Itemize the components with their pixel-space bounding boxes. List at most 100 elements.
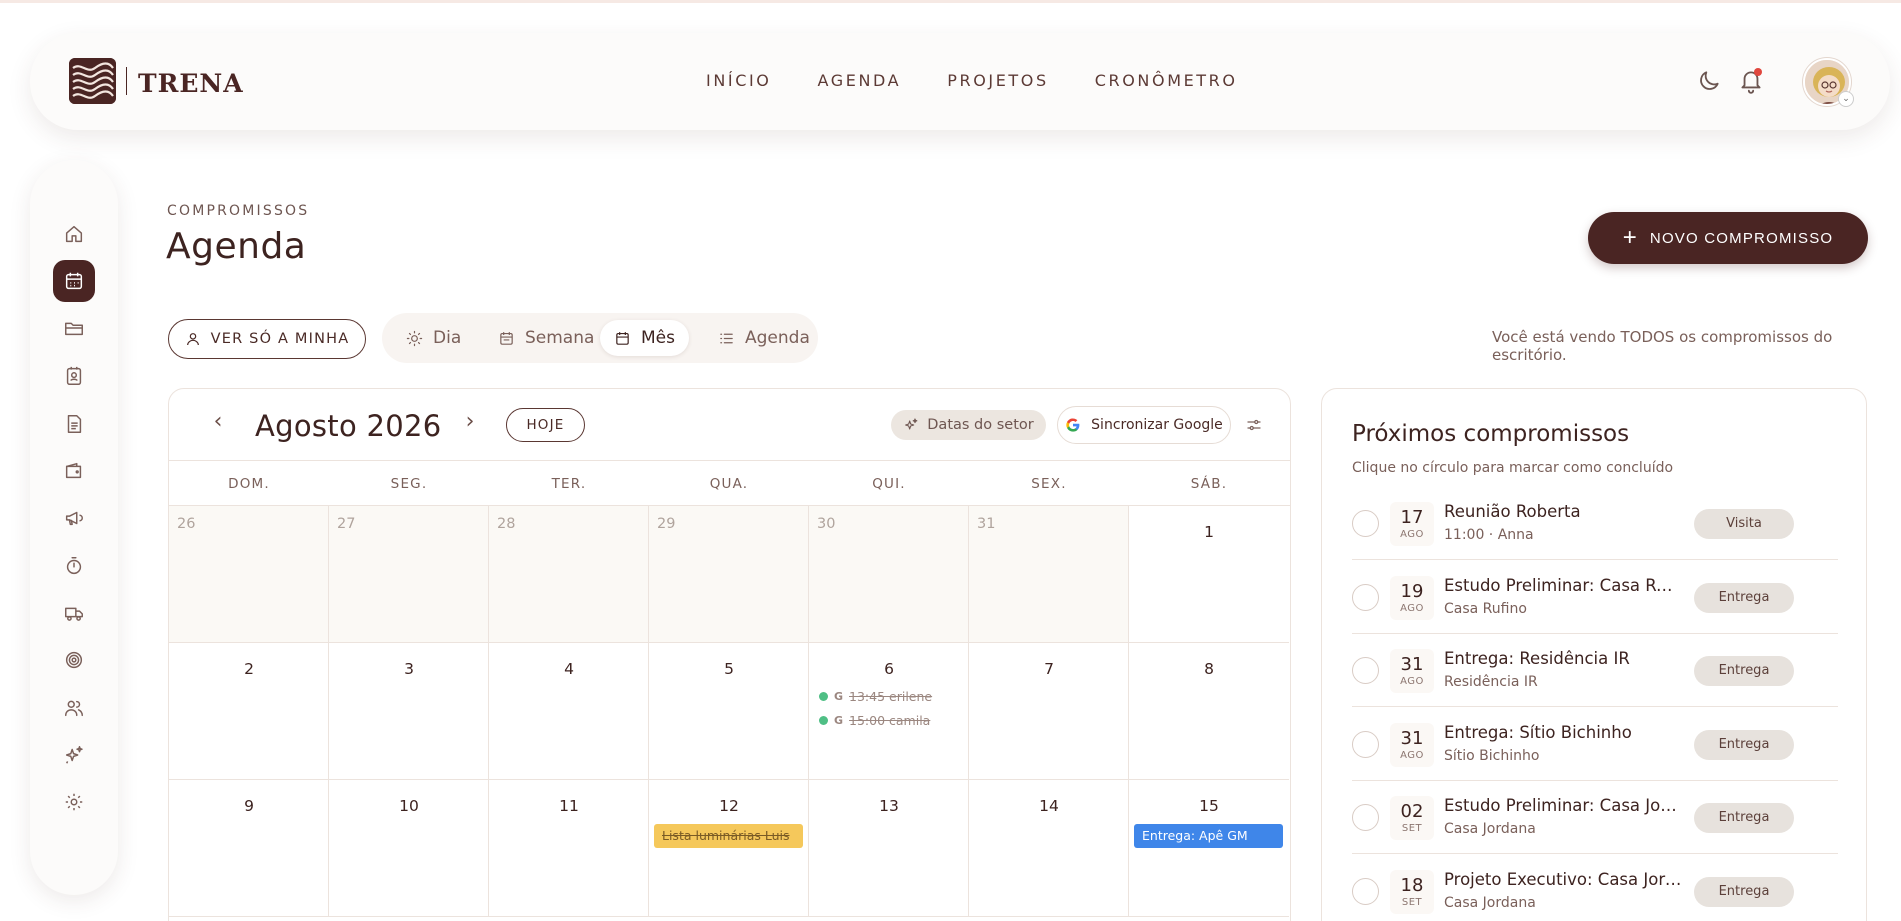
upcoming-item[interactable]: 19 AGO Estudo Preliminar: Casa Rufino Casa … xyxy=(1352,561,1838,634)
weekday-label: TER. xyxy=(551,476,587,492)
brand-logo-icon[interactable] xyxy=(69,58,116,104)
target-icon xyxy=(65,651,83,669)
sidebar-item-goals[interactable] xyxy=(53,639,95,681)
day-cell[interactable]: 6 G 13:45 erilene G 15:00 camila xyxy=(809,643,969,780)
type-badge: Visita xyxy=(1694,509,1794,539)
nav-item-cronometro[interactable]: CRONÔMETRO xyxy=(1095,71,1238,90)
mark-done-circle[interactable] xyxy=(1352,583,1379,611)
appointment-title: Entrega: Residência IR xyxy=(1444,649,1630,668)
day-cell[interactable]: 8 xyxy=(1129,643,1289,780)
sidebar-item-ai[interactable] xyxy=(53,734,95,776)
google-event[interactable]: G 15:00 camila xyxy=(819,711,930,729)
day-cell[interactable]: 14 xyxy=(969,780,1129,917)
sidebar-item-home[interactable] xyxy=(53,213,95,255)
day-cell[interactable]: 3 xyxy=(329,643,489,780)
next-month-chevron-right-icon[interactable]: › xyxy=(458,411,482,435)
date-month: AGO xyxy=(1400,529,1424,540)
weekday-label: SEG. xyxy=(390,476,428,492)
type-badge: Entrega xyxy=(1694,656,1794,686)
sidebar-item-marketing[interactable] xyxy=(53,497,95,539)
sidebar-item-agenda[interactable] xyxy=(53,260,95,302)
brand-name[interactable]: TRENA xyxy=(138,69,244,98)
sidebar-item-delivery[interactable] xyxy=(53,592,95,634)
appointment-title: Entrega: Sítio Bichinho xyxy=(1444,722,1632,742)
appointment-subtitle: Casa Jordana xyxy=(1444,821,1536,837)
day-cell[interactable]: 2 xyxy=(169,643,329,780)
day-cell[interactable]: 26 xyxy=(169,506,329,643)
day-cell[interactable]: 4 xyxy=(489,643,649,780)
weekday-label: SEX. xyxy=(1031,476,1067,492)
google-icon xyxy=(1066,418,1080,432)
sidebar-item-timer[interactable] xyxy=(53,545,95,587)
new-appointment-button[interactable]: + NOVO COMPROMISSO xyxy=(1588,212,1868,264)
day-cell[interactable]: 29 xyxy=(649,506,809,643)
wallet-icon xyxy=(65,462,82,479)
upcoming-subtitle: Clique no círculo para marcar como concl… xyxy=(1352,460,1674,476)
today-button[interactable]: HOJE xyxy=(506,408,585,442)
tab-mes[interactable]: Mês xyxy=(600,320,689,356)
sidebar-item-settings[interactable] xyxy=(53,781,95,823)
event-label: 13:45 erilene xyxy=(849,688,933,704)
show-mine-button[interactable]: VER SÓ A MINHA xyxy=(168,319,366,359)
nav-item-inicio[interactable]: INÍCIO xyxy=(706,71,772,90)
sidebar-item-finance[interactable] xyxy=(53,450,95,492)
event-status-dot xyxy=(819,691,828,701)
calendar-event[interactable]: Entrega: Apê GM xyxy=(1134,824,1283,848)
sidebar-item-documents[interactable] xyxy=(53,403,95,445)
mark-done-circle[interactable] xyxy=(1352,657,1379,684)
month-calendar: ‹ Agosto 2026 › HOJE Datas do setor Sinc… xyxy=(168,388,1291,921)
sidebar-item-projects[interactable] xyxy=(53,307,95,349)
day-number: 3 xyxy=(404,660,414,678)
day-cell[interactable]: 5 xyxy=(649,643,809,780)
sector-dates-button[interactable]: Datas do setor xyxy=(891,410,1046,440)
upcoming-item[interactable]: 31 AGO Entrega: Residência IR Residência IR… xyxy=(1352,634,1838,707)
day-number: 13 xyxy=(879,797,899,815)
nav-item-projetos[interactable]: PROJETOS xyxy=(947,71,1049,90)
appointment-title: Estudo Preliminar: Casa Rufino xyxy=(1444,575,1682,595)
avatar-chevron-down-icon[interactable]: ⌄ xyxy=(1838,91,1854,107)
type-badge: Entrega xyxy=(1694,729,1794,760)
day-cell[interactable]: 13 xyxy=(809,780,969,917)
mark-done-circle[interactable] xyxy=(1352,877,1379,905)
prev-month-chevron-left-icon[interactable]: ‹ xyxy=(206,411,230,435)
mark-done-circle[interactable] xyxy=(1352,510,1379,537)
sector-dates-label: Datas do setor xyxy=(927,417,1034,433)
mark-done-circle[interactable] xyxy=(1352,804,1379,831)
weekday-label: DOM. xyxy=(228,476,270,492)
calendar-month-icon xyxy=(616,331,629,345)
upcoming-item[interactable]: 31 AGO Entrega: Sítio Bichinho Sítio Bichin… xyxy=(1352,708,1838,781)
date-day: 18 xyxy=(1400,874,1424,896)
appointment-subtitle: Casa Rufino xyxy=(1444,600,1527,617)
nav-item-agenda[interactable]: AGENDA xyxy=(818,71,902,90)
tab-agenda[interactable]: Agenda xyxy=(704,320,824,356)
list-icon xyxy=(720,333,733,343)
page-kicker: COMPROMISSOS xyxy=(167,203,310,219)
day-cell[interactable]: 30 xyxy=(809,506,969,643)
day-cell[interactable]: 28 xyxy=(489,506,649,643)
sidebar-item-team[interactable] xyxy=(53,687,95,729)
calendar-event[interactable]: Lista luminárias Luis xyxy=(654,824,803,848)
moon-icon[interactable] xyxy=(1696,68,1722,94)
day-cell[interactable]: 1 xyxy=(1129,506,1289,643)
mark-done-circle[interactable] xyxy=(1352,730,1379,758)
tab-dia[interactable]: Dia xyxy=(392,320,475,356)
day-cell[interactable]: 31 xyxy=(969,506,1129,643)
folder-icon xyxy=(65,322,83,336)
day-cell[interactable]: 7 xyxy=(969,643,1129,780)
day-cell[interactable]: 27 xyxy=(329,506,489,643)
sidebar-item-contacts[interactable] xyxy=(53,355,95,397)
sliders-icon[interactable] xyxy=(1245,416,1263,434)
day-cell[interactable]: 10 xyxy=(329,780,489,917)
day-number: 29 xyxy=(657,516,676,532)
day-cell[interactable]: 15 Entrega: Apê GM xyxy=(1129,780,1289,917)
day-cell[interactable]: 12 Lista luminárias Luis xyxy=(649,780,809,917)
day-cell[interactable]: 11 xyxy=(489,780,649,917)
tab-semana[interactable]: Semana xyxy=(484,320,608,356)
day-cell[interactable]: 9 xyxy=(169,780,329,917)
upcoming-item[interactable]: 02 SET Estudo Preliminar: Casa Jordana Casa… xyxy=(1352,781,1838,854)
upcoming-item[interactable]: 17 AGO Reunião Roberta 11:00 · Anna Visita xyxy=(1352,487,1838,560)
upcoming-item[interactable]: 18 SET Projeto Executivo: Casa Jordana Casa… xyxy=(1352,855,1838,921)
google-event[interactable]: G 13:45 erilene xyxy=(819,687,932,705)
google-sync-button[interactable]: Sincronizar Google xyxy=(1057,406,1231,444)
date-month: AGO xyxy=(1400,749,1424,761)
